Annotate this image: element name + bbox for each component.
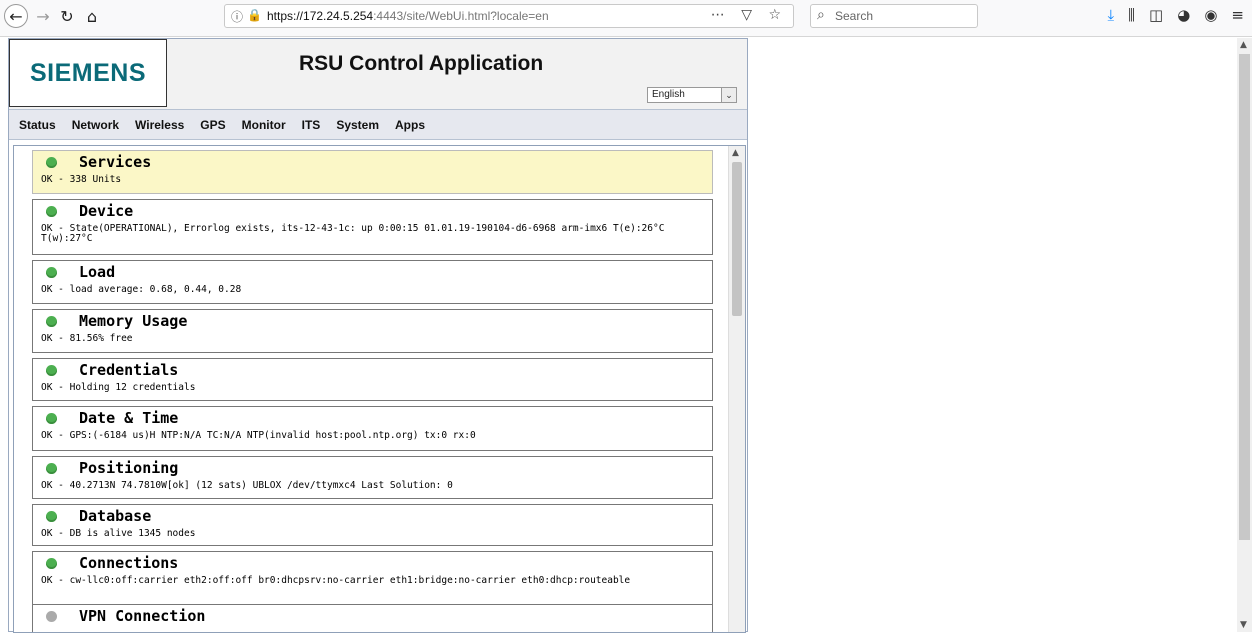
download-icon[interactable]: ⤓ — [1108, 6, 1115, 24]
library-icon[interactable]: ⫼ — [1128, 6, 1135, 24]
service-card[interactable]: Memory Usage OK - 81.56% free — [32, 309, 713, 353]
status-dot-icon — [46, 267, 57, 278]
app-header: SIEMENS RSU Control Application English … — [9, 39, 747, 110]
url-host: https://172.24.5.254 — [267, 9, 374, 23]
service-detail: OK - cw-llc0:off:carrier eth2:off:off br… — [41, 575, 631, 586]
service-detail: OK - 81.56% free — [41, 333, 133, 344]
menu-item-gps[interactable]: GPS — [200, 118, 225, 132]
account-icon[interactable]: ◉ — [1204, 6, 1217, 24]
service-card[interactable]: Positioning OK - 40.2713N 74.7810W[ok] (1… — [32, 456, 713, 499]
service-title: Services — [79, 153, 152, 171]
service-title: Connections — [79, 554, 179, 572]
status-dot-icon — [46, 463, 57, 474]
insecure-lock-icon[interactable]: 🔒 — [247, 8, 262, 22]
menu-item-status[interactable]: Status — [19, 118, 56, 132]
menu-item-apps[interactable]: Apps — [395, 118, 425, 132]
scroll-thumb[interactable] — [732, 162, 742, 316]
menu-icon[interactable]: ≡ — [1231, 6, 1244, 24]
status-dot-icon — [46, 206, 57, 217]
sidebar-icon[interactable]: ◫ — [1149, 6, 1163, 24]
chevron-down-icon[interactable]: ⌄ — [721, 88, 736, 102]
status-dot-icon — [46, 558, 57, 569]
menu-item-system[interactable]: System — [336, 118, 379, 132]
service-title: Device — [79, 202, 134, 220]
menu-item-monitor[interactable]: Monitor — [242, 118, 286, 132]
service-title: Load — [79, 263, 116, 281]
info-icon[interactable]: ⓘ — [231, 8, 243, 25]
back-icon[interactable]: ← — [4, 4, 28, 28]
service-card[interactable]: Services OK - 338 Units — [32, 150, 713, 194]
scroll-thumb[interactable] — [1239, 54, 1250, 540]
service-detail: OK - DB is alive 1345 nodes — [41, 528, 196, 539]
menu-item-its[interactable]: ITS — [302, 118, 321, 132]
service-card[interactable]: Database OK - DB is alive 1345 nodes — [32, 504, 713, 546]
scroll-down-icon[interactable]: ▼ — [1240, 620, 1247, 630]
language-value: English — [652, 89, 685, 100]
status-dot-icon — [46, 611, 57, 622]
app-frame: SIEMENS RSU Control Application English … — [8, 38, 748, 633]
scroll-up-icon[interactable]: ▲ — [732, 148, 739, 158]
service-detail: OK - 338 Units — [41, 174, 122, 185]
service-card[interactable]: Date & Time OK - GPS:(-6184 us)H NTP:N/A … — [32, 406, 713, 451]
menu-item-network[interactable]: Network — [72, 118, 119, 132]
service-card[interactable]: Load OK - load average: 0.68, 0.44, 0.28 — [32, 260, 713, 304]
scroll-up-icon[interactable]: ▲ — [1240, 40, 1247, 50]
service-card[interactable]: Device OK - State(OPERATIONAL), Errorlog … — [32, 199, 713, 255]
logo: SIEMENS — [9, 39, 167, 107]
service-title: Memory Usage — [79, 312, 188, 330]
logo-text: SIEMENS — [29, 58, 147, 87]
service-detail: OK - Holding 12 credentials — [41, 382, 196, 393]
service-card[interactable]: Credentials OK - Holding 12 credentials — [32, 358, 713, 401]
search-placeholder: Search — [835, 9, 874, 23]
toolbar-icons: ⤓ ⫼ ◫ ◕ ◉ ≡ — [1108, 6, 1245, 24]
page-actions[interactable]: ⋯ ▽ ☆ — [711, 7, 787, 23]
reload-icon[interactable]: ↻ — [55, 4, 79, 28]
service-title: Date & Time — [79, 409, 179, 427]
status-dot-icon — [46, 511, 57, 522]
page-scrollbar[interactable]: ▲ ▼ — [1237, 38, 1252, 632]
search-bar[interactable]: ⌕ Search — [810, 4, 978, 28]
service-title: Positioning — [79, 459, 179, 477]
service-title: VPN Connection — [79, 607, 206, 625]
status-dot-icon — [46, 316, 57, 327]
extension-icon[interactable]: ◕ — [1177, 6, 1190, 24]
url-bar[interactable]: ⓘ 🔒 https://172.24.5.254:4443/site/WebUi… — [224, 4, 794, 28]
page-title: RSU Control Application — [299, 52, 544, 75]
status-dot-icon — [46, 413, 57, 424]
service-detail: OK - GPS:(-6184 us)H NTP:N/A TC:N/A NTP(… — [41, 430, 476, 441]
url-path: :4443/site/WebUi.html?locale=en — [373, 9, 549, 23]
service-detail: OK - State(OPERATIONAL), Errorlog exists… — [41, 223, 665, 244]
url-text[interactable]: https://172.24.5.254:4443/site/WebUi.htm… — [267, 9, 549, 23]
service-detail: OK - 40.2713N 74.7810W[ok] (12 sats) UBL… — [41, 480, 453, 491]
menu-item-wireless[interactable]: Wireless — [135, 118, 184, 132]
service-title: Database — [79, 507, 152, 525]
status-dot-icon — [46, 365, 57, 376]
service-card[interactable]: Connections OK - cw-llc0:off:carrier eth2… — [32, 551, 713, 606]
service-title: Credentials — [79, 361, 179, 379]
search-icon: ⌕ — [817, 7, 825, 23]
forward-icon[interactable]: → — [31, 4, 55, 28]
browser-toolbar: ← → ↻ ⌂ ⓘ 🔒 https://172.24.5.254:4443/si… — [0, 0, 1252, 37]
service-card[interactable]: VPN Connection — [32, 604, 713, 632]
language-select[interactable]: English ⌄ — [647, 87, 737, 103]
service-detail: OK - load average: 0.68, 0.44, 0.28 — [41, 284, 242, 295]
status-panel: ▲ Services OK - 338 Units Device OK - State… — [13, 145, 746, 633]
home-icon[interactable]: ⌂ — [80, 4, 104, 28]
status-dot-icon — [46, 157, 57, 168]
main-menu: Status Network Wireless GPS Monitor ITS System… — [9, 110, 747, 140]
panel-scrollbar[interactable]: ▲ — [728, 146, 745, 632]
